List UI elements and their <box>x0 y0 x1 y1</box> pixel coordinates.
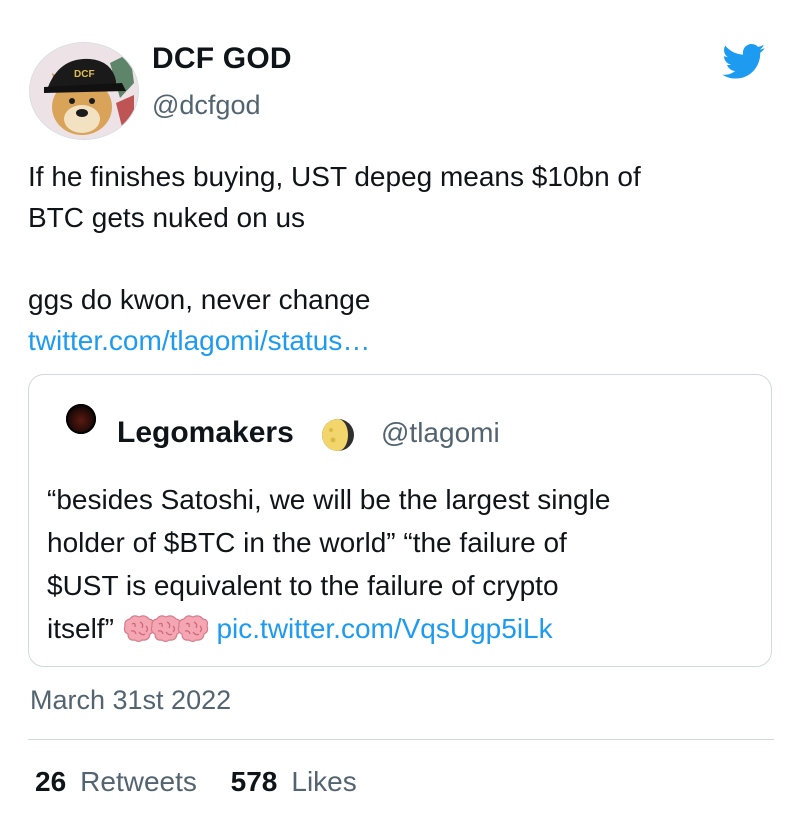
tweet-line: If he finishes buying, UST depeg means $… <box>28 161 641 192</box>
quoted-line: “besides Satoshi, we will be the largest… <box>47 484 611 515</box>
quoted-author-handle[interactable]: @tlagomi <box>381 417 500 449</box>
quoted-tweet-text: “besides Satoshi, we will be the largest… <box>47 478 757 650</box>
retweets-count: 26 <box>35 766 67 797</box>
likes-count: 578 <box>230 766 278 797</box>
tweet-timestamp[interactable]: March 31st 2022 <box>30 685 231 716</box>
author-name[interactable]: DCF GOD <box>152 42 292 76</box>
tweet-card: DCF DCF GOD @dcfgod If he finishes buyin… <box>0 0 806 828</box>
likes-stat[interactable]: 578 Likes <box>231 766 357 797</box>
quoted-pic-link[interactable]: pic.twitter.com/VqsUgp5iLk <box>216 613 552 644</box>
brain-emoji-group <box>122 613 211 644</box>
waning-crescent-moon-icon <box>322 419 354 451</box>
likes-label: Likes <box>291 766 357 797</box>
tweet-text: If he finishes buying, UST depeg means $… <box>28 156 788 361</box>
brain-icon <box>177 615 208 643</box>
retweets-label: Retweets <box>80 766 197 797</box>
avatar-cap-text: DCF <box>74 69 95 80</box>
tweet-line: ggs do kwon, never change <box>28 284 371 315</box>
quoted-tweet[interactable]: Legomakers @tlagomi “besides Satoshi, we… <box>28 374 772 667</box>
author-handle[interactable]: @dcfgod <box>152 90 260 121</box>
author-avatar[interactable]: DCF <box>29 42 139 140</box>
quoted-author-name[interactable]: Legomakers <box>117 416 294 450</box>
doge-avatar-image: DCF <box>30 43 138 139</box>
quoted-line: $UST is equivalent to the failure of cry… <box>47 570 559 601</box>
tweet-stats: 26 Retweets 578 Likes <box>35 766 357 798</box>
quoted-author-avatar[interactable] <box>66 404 96 434</box>
quoted-line: holder of $BTC in the world” “the failur… <box>47 527 567 558</box>
twitter-logo-icon[interactable] <box>722 44 766 80</box>
quoted-line: itself” <box>47 613 114 644</box>
divider <box>28 739 774 740</box>
tweet-line: BTC gets nuked on us <box>28 202 306 233</box>
retweets-stat[interactable]: 26 Retweets <box>35 766 197 797</box>
tweet-link[interactable]: twitter.com/tlagomi/status… <box>28 325 370 356</box>
